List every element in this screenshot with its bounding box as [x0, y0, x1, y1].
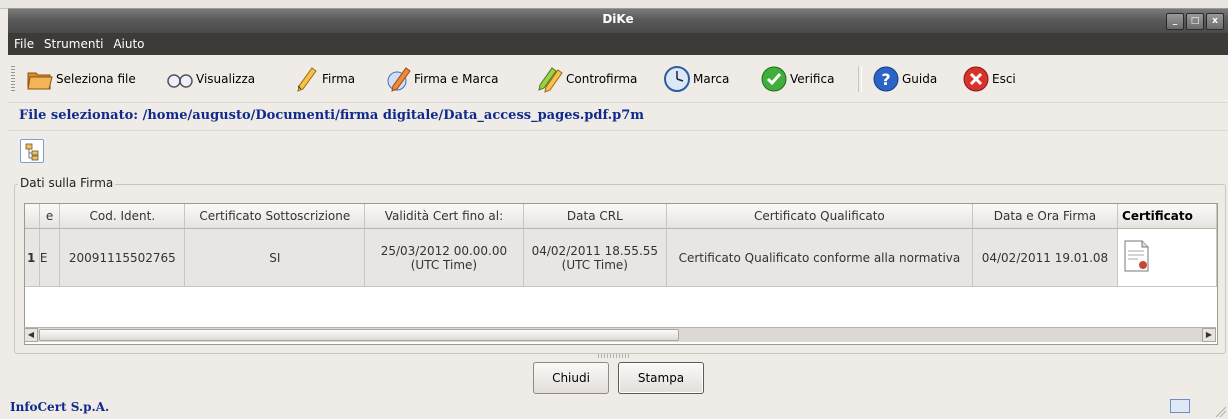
seleziona-file-button[interactable]: Seleziona file — [26, 65, 136, 93]
toolbar-separator — [858, 66, 862, 92]
visualizza-button[interactable]: Visualizza — [166, 65, 255, 93]
frame-label: Dati sulla Firma — [18, 176, 116, 190]
esci-label: Esci — [992, 72, 1016, 86]
pane-resize-handle[interactable] — [598, 354, 630, 358]
header-certificato[interactable]: Certificato — [1117, 204, 1217, 229]
guida-label: Guida — [902, 72, 938, 86]
window-controls: _ □ x — [1166, 13, 1224, 30]
close-button[interactable]: x — [1206, 13, 1224, 30]
cell-qualificato: Certificato Qualificato conforme alla no… — [666, 228, 973, 287]
controfirma-button[interactable]: Controfirma — [536, 65, 637, 93]
marca-button[interactable]: Marca — [663, 65, 729, 93]
cell-data-ora: 04/02/2011 19.01.08 — [972, 228, 1119, 287]
pen-icon — [297, 67, 317, 92]
tree-view-button[interactable] — [20, 139, 44, 163]
verifica-button[interactable]: Verifica — [760, 65, 834, 93]
folder-icon — [27, 72, 53, 90]
menu-file[interactable]: File — [14, 37, 34, 51]
cell-e: E — [39, 228, 61, 287]
minimize-button[interactable]: _ — [1166, 13, 1184, 30]
cell-rownum: 1 — [25, 228, 40, 287]
cell-certificato[interactable] — [1117, 228, 1217, 287]
exit-icon — [963, 66, 989, 92]
footer-company: InfoCert S.p.A. — [10, 400, 110, 414]
maximize-button[interactable]: □ — [1186, 13, 1204, 30]
header-e[interactable]: e — [39, 204, 61, 229]
header-cod-ident[interactable]: Cod. Ident. — [59, 204, 186, 229]
selected-file-path: File selezionato: /home/augusto/Document… — [19, 108, 645, 123]
tree-icon — [25, 143, 39, 161]
table-row[interactable]: 1 E 20091115502765 SI 25/03/2012 00.00.0… — [25, 228, 1217, 287]
guida-button[interactable]: ? Guida — [872, 65, 937, 93]
title-bar[interactable]: DiKe _ □ x — [8, 8, 1228, 33]
menu-aiuto[interactable]: Aiuto — [113, 37, 144, 51]
firma-label: Firma — [322, 72, 356, 86]
cell-validita: 25/03/2012 00.00.00 (UTC Time) — [364, 228, 524, 287]
esci-button[interactable]: Esci — [962, 65, 1016, 93]
glasses-icon — [167, 74, 193, 88]
certificate-icon[interactable] — [1122, 239, 1152, 273]
pen-clock-icon — [387, 67, 411, 92]
marca-label: Marca — [693, 72, 730, 86]
crl-date: 04/02/2011 18.55.55 — [531, 243, 659, 258]
cell-data-crl: 04/02/2011 18.55.55 (UTC Time) — [523, 228, 667, 287]
secondary-toolbar — [8, 130, 1228, 165]
header-rownum[interactable] — [25, 204, 40, 229]
header-validita[interactable]: Validità Cert fino al: — [364, 204, 524, 229]
window-title: DiKe — [602, 12, 634, 26]
validita-date: 25/03/2012 00.00.00 — [380, 243, 508, 258]
check-icon — [761, 66, 787, 92]
validita-tz: (UTC Time) — [410, 257, 478, 272]
menu-bar: File Strumenti Aiuto — [8, 33, 1228, 55]
clock-icon — [664, 66, 690, 92]
toolbar-gripper[interactable] — [11, 66, 15, 92]
controfirma-label: Controfirma — [566, 72, 638, 86]
stampa-button[interactable]: Stampa — [618, 362, 704, 394]
chiudi-button[interactable]: Chiudi — [533, 362, 609, 394]
crl-tz: (UTC Time) — [561, 257, 628, 272]
connection-icon — [1170, 399, 1190, 413]
main-toolbar: Seleziona file Visualizza Firma Firma e … — [8, 56, 1228, 103]
cell-sottoscrizione: SI — [184, 228, 366, 287]
resize-grip[interactable] — [1214, 405, 1226, 417]
seleziona-file-label: Seleziona file — [56, 72, 136, 86]
scroll-right-arrow[interactable]: ▶ — [1202, 328, 1216, 342]
menu-strumenti[interactable]: Strumenti — [44, 37, 104, 51]
signature-table: e Cod. Ident. Certificato Sottoscrizione… — [24, 203, 1218, 345]
header-data-ora-firma[interactable]: Data e Ora Firma — [972, 204, 1119, 229]
header-data-crl[interactable]: Data CRL — [523, 204, 667, 229]
scroll-left-arrow[interactable]: ◀ — [24, 328, 38, 342]
verifica-label: Verifica — [790, 72, 835, 86]
svg-text:?: ? — [881, 70, 890, 89]
firma-e-marca-label: Firma e Marca — [414, 72, 499, 86]
double-pen-icon — [538, 67, 563, 93]
horizontal-scrollbar[interactable]: ◀ ▶ — [24, 327, 1216, 342]
visualizza-label: Visualizza — [196, 72, 256, 86]
cell-cod-ident: 20091115502765 — [59, 228, 186, 287]
firma-button[interactable]: Firma — [292, 65, 355, 93]
scroll-thumb[interactable] — [39, 329, 679, 341]
firma-e-marca-button[interactable]: Firma e Marca — [384, 65, 498, 93]
header-cert-qualificato[interactable]: Certificato Qualificato — [666, 204, 973, 229]
header-cert-sottoscrizione[interactable]: Certificato Sottoscrizione — [184, 204, 366, 229]
table-header-row: e Cod. Ident. Certificato Sottoscrizione… — [25, 204, 1217, 229]
help-icon: ? — [873, 66, 899, 92]
